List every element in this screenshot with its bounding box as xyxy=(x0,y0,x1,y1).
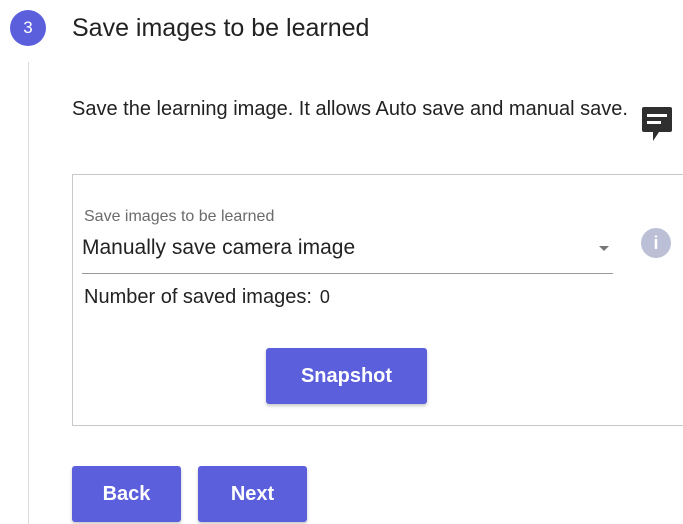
step-panel: 3 Save images to be learned Save the lea… xyxy=(0,0,683,524)
saved-images-count-value: 0 xyxy=(319,287,330,307)
step-number: 3 xyxy=(23,18,33,37)
next-button[interactable]: Next xyxy=(198,466,307,522)
comment-icon[interactable] xyxy=(641,106,673,144)
saved-images-count-label: Number of saved images: xyxy=(84,286,312,308)
step-description: Save the learning image. It allows Auto … xyxy=(72,98,628,120)
snapshot-button[interactable]: Snapshot xyxy=(266,348,427,404)
save-mode-value: Manually save camera image xyxy=(82,236,356,259)
save-mode-select[interactable]: Manually save camera image xyxy=(82,228,613,274)
info-icon[interactable]: i xyxy=(641,228,671,258)
save-mode-label: Save images to be learned xyxy=(84,208,275,225)
back-button[interactable]: Back xyxy=(72,466,181,522)
saved-images-count: Number of saved images: 0 xyxy=(84,286,330,309)
step-title: Save images to be learned xyxy=(72,14,370,42)
step-connector-line xyxy=(28,62,29,524)
step-number-badge: 3 xyxy=(10,10,46,46)
chevron-down-icon xyxy=(599,246,609,251)
